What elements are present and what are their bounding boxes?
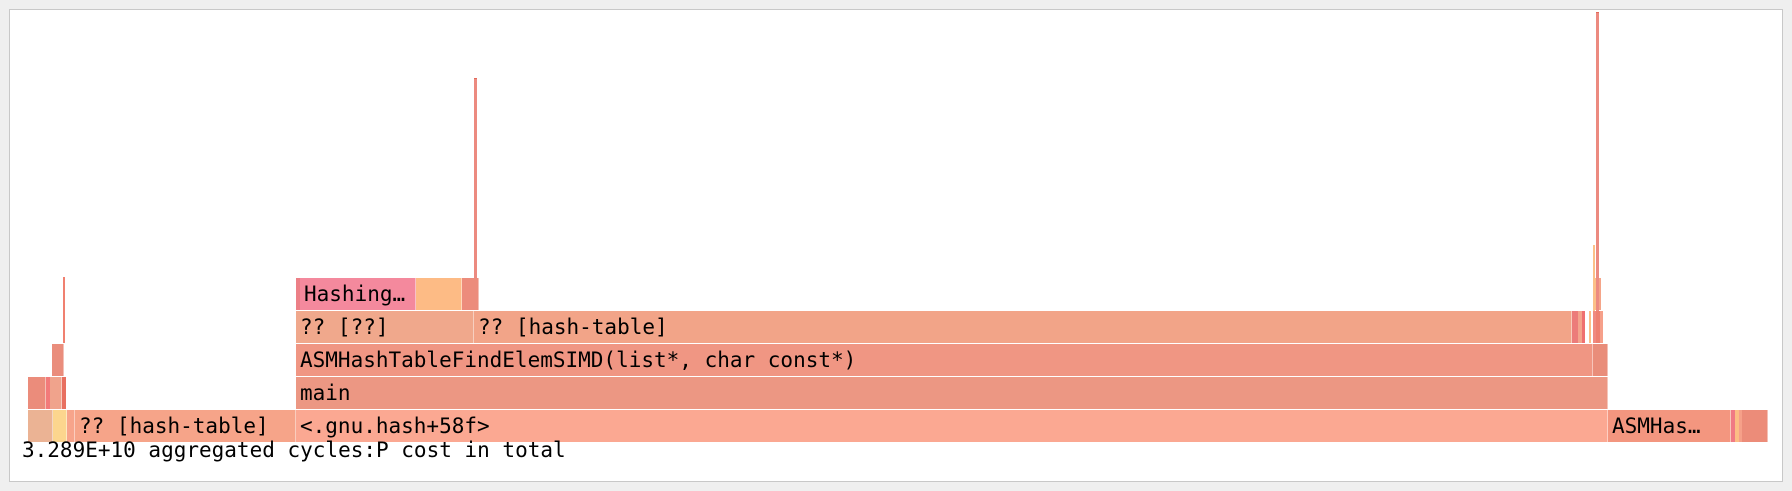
frame-sliver[interactable] [1600,311,1603,343]
deep-stack-right-b[interactable] [1593,245,1595,311]
total-cost-summary: 3.289E+10 aggregated cycles:P cost in to… [22,438,566,462]
frame-find-elem-simd[interactable]: ASMHashTableFindElemSIMD(list*, char con… [296,344,1593,376]
frame-sliver[interactable] [62,377,66,409]
deep-stack-center[interactable] [474,78,477,278]
frame-unknown[interactable]: ?? [??] [296,311,474,343]
frame-hash-table[interactable]: ?? [hash-table] [474,311,1572,343]
frame-label: ASMHashTableFindElemSIMD(list*, char con… [300,348,857,372]
frame-sliver[interactable] [1582,311,1585,343]
deep-stack-left[interactable] [63,277,65,311]
frame-find-elem-simd-tail[interactable] [1593,344,1608,376]
frame-label: Hashing… [304,282,406,306]
frame-sliver[interactable] [1589,311,1591,343]
frame-label: ?? [??] [300,315,389,339]
frame-main[interactable]: main [296,377,1608,409]
frame-left-stack-c[interactable] [52,344,64,376]
frame-hashing[interactable]: Hashing… [300,278,416,310]
frame-left-stack-a[interactable] [28,377,46,409]
frame-label: ASMHas… [1612,414,1701,438]
frame-sliver[interactable] [63,311,65,343]
frame-left-stack-b[interactable] [50,377,62,409]
frame-right-end[interactable] [1742,410,1768,442]
deep-stack-right[interactable] [1596,12,1599,311]
frame-hashing-tail[interactable] [462,278,479,310]
frame-label: ?? [hash-table] [478,315,668,339]
frame-hashing-sibling[interactable] [416,278,462,310]
flame-graph: ?? [hash-table] <.gnu.hash+58f> ASMHas… … [9,9,1783,482]
frame-label: main [300,381,351,405]
frame-asmhash-right[interactable]: ASMHas… [1608,410,1731,442]
